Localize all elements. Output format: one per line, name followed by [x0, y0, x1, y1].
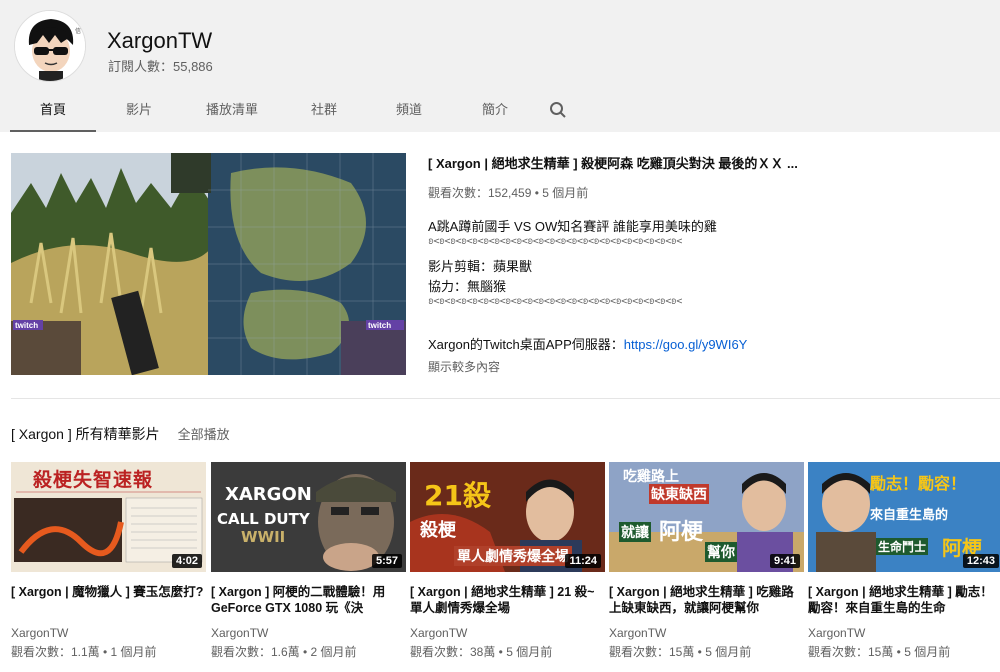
tab-channels[interactable]: 頻道: [366, 88, 452, 132]
play-all-button[interactable]: 全部播放: [178, 424, 230, 443]
video-duration: 4:02: [171, 554, 202, 568]
tab-home[interactable]: 首頁: [10, 88, 96, 132]
video-card[interactable]: 殺梗失智速報 4:02 [ Xargon | 魔物獵人 ] 賽玉怎麼打? Xar…: [11, 462, 206, 660]
thumbnail-caption: 幫你: [705, 542, 737, 562]
video-duration: 11:24: [565, 554, 601, 568]
thumbnail-caption: 21殺: [424, 479, 491, 512]
video-meta: 觀看次數：38萬 • 5 個月前: [410, 645, 553, 659]
video-title[interactable]: [ Xargon | 魔物獵人 ] 賽玉怎麼打?: [11, 584, 206, 616]
tab-playlists[interactable]: 播放清單: [182, 88, 282, 132]
featured-video-info: [ Xargon | 絕地求生精華 ] 殺梗阿森 吃雞頂尖對決 最後的ＸＸ ..…: [428, 153, 988, 375]
channel-search-button[interactable]: [538, 88, 578, 132]
video-thumbnail[interactable]: 吃雞路上 缺東缺西 就讓 阿梗 幫你 9:41: [609, 462, 804, 572]
thumbnail-caption: 就讓: [619, 522, 651, 542]
twitch-server-prefix: Xargon的Twitch桌面APP伺服器：: [428, 337, 624, 352]
video-card[interactable]: 21殺 殺梗 單人劇情秀爆全場 11:24 [ Xargon | 絕地求生精華 …: [410, 462, 605, 660]
thumbnail-caption: 殺梗: [420, 520, 456, 541]
thumbnail-caption: XARGON: [225, 484, 312, 505]
thumbnail-caption: 來自重生島的: [870, 508, 949, 523]
subscriber-count: 訂閱人數：55,886: [108, 59, 213, 74]
featured-video-meta: 觀看次數：152,459 • 5 個月前: [428, 186, 589, 200]
twitch-label-right: twitch: [368, 321, 392, 330]
thumbnail-caption: 生命鬥士: [876, 538, 929, 555]
twitch-server-link[interactable]: https://goo.gl/y9WI6Y: [624, 337, 748, 352]
video-card[interactable]: 勵志！勵容！ 來自重生島的 生命鬥士 阿梗 12:43 [ Xargon | 絕…: [808, 462, 1000, 660]
thumbnail-caption: 勵志！勵容！: [870, 474, 967, 493]
featured-desc-line: 影片剪輯：蘋果獸: [428, 259, 533, 274]
channel-name: XargonTW: [107, 28, 213, 53]
thumbnail-caption: 阿梗: [659, 520, 704, 545]
tab-community[interactable]: 社群: [282, 88, 366, 132]
section-divider: [11, 398, 1000, 399]
show-more-button[interactable]: 顯示較多內容: [428, 358, 988, 375]
video-channel[interactable]: XargonTW: [808, 626, 1000, 640]
thumbnail-caption: 吃雞路上: [623, 469, 679, 485]
thumbnail-caption: 殺梗失智速報: [33, 469, 154, 491]
search-icon: [550, 102, 566, 118]
video-duration: 12:43: [962, 554, 999, 568]
thumbnail-caption: 缺東缺西: [649, 484, 709, 504]
featured-video-title[interactable]: [ Xargon | 絕地求生精華 ] 殺梗阿森 吃雞頂尖對決 最後的ＸＸ ..…: [428, 153, 988, 173]
featured-desc-line: A跳A蹲前國手 VS OW知名賽評 誰能享用美味的雞: [428, 219, 717, 234]
video-title[interactable]: [ Xargon | 絕地求生精華 ] 21 殺~單人劇情秀爆全場: [410, 584, 605, 616]
video-thumbnail[interactable]: 殺梗失智速報 4:02: [11, 462, 206, 572]
video-card[interactable]: 吃雞路上 缺東缺西 就讓 阿梗 幫你 9:41 [ Xargon | 絕地求生精…: [609, 462, 804, 660]
channel-tabs: 首頁 影片 播放清單 社群 頻道 簡介: [10, 88, 578, 132]
video-duration: 9:41: [769, 554, 800, 568]
video-duration: 5:57: [371, 554, 402, 568]
video-channel[interactable]: XargonTW: [410, 626, 605, 640]
video-meta: 觀看次數：15萬 • 5 個月前: [808, 645, 951, 659]
twitch-label-left: twitch: [15, 321, 39, 330]
video-meta: 觀看次數：1.6萬 • 2 個月前: [211, 645, 357, 659]
thumbnail-caption: CALL DUTY: [217, 510, 310, 528]
featured-desc-line: ʚ<ʚ<ʚ<ʚ<ʚ<ʚ<ʚ<ʚ<ʚ<ʚ<ʚ<ʚ<ʚ<ʚ<ʚ<ʚ<ʚ<ʚ<ʚ<ʚ<…: [428, 236, 682, 247]
thumbnail-caption: 單人劇情秀爆全場: [454, 546, 572, 566]
twitch-server-line: Xargon的Twitch桌面APP伺服器：https://goo.gl/y9W…: [428, 334, 988, 354]
featured-video-thumbnail[interactable]: twitch twitch: [11, 153, 406, 375]
video-thumbnail[interactable]: XARGON CALL DUTY WWII 5:57: [211, 462, 406, 572]
featured-desc-line: 協力：無腦猴: [428, 279, 507, 294]
tab-videos[interactable]: 影片: [96, 88, 182, 132]
shelf-header: [ Xargon ] 所有精華影片 全部播放: [11, 424, 230, 444]
video-meta: 觀看次數：15萬 • 5 個月前: [609, 645, 752, 659]
shelf-title[interactable]: [ Xargon ] 所有精華影片: [11, 424, 160, 444]
video-channel[interactable]: XargonTW: [211, 626, 406, 640]
video-title[interactable]: [ Xargon | 絕地求生精華 ] 勵志！勵容！來自重生島的生命: [808, 584, 1000, 616]
video-thumbnail[interactable]: 21殺 殺梗 單人劇情秀爆全場 11:24: [410, 462, 605, 572]
video-title[interactable]: [ Xargon | 絕地求生精華 ] 吃雞路上缺東缺西，就讓阿梗幫你: [609, 584, 804, 616]
channel-avatar[interactable]: 信: [14, 10, 86, 82]
video-card[interactable]: XARGON CALL DUTY WWII 5:57 [ Xargon ] 阿梗…: [211, 462, 406, 660]
video-grid: 殺梗失智速報 4:02 [ Xargon | 魔物獵人 ] 賽玉怎麼打? Xar…: [11, 462, 1000, 672]
thumbnail-caption: WWII: [241, 528, 286, 546]
svg-text:信: 信: [75, 27, 81, 35]
video-title[interactable]: [ Xargon ] 阿梗的二戰體驗！用 GeForce GTX 1080 玩《…: [211, 584, 406, 616]
video-channel[interactable]: XargonTW: [11, 626, 206, 640]
channel-header: 信 XargonTW 訂閱人數：55,886 首頁 影片 播放清單 社群 頻道 …: [0, 0, 1000, 132]
tab-about[interactable]: 簡介: [452, 88, 538, 132]
video-thumbnail[interactable]: 勵志！勵容！ 來自重生島的 生命鬥士 阿梗 12:43: [808, 462, 1000, 572]
featured-desc-line: ʚ<ʚ<ʚ<ʚ<ʚ<ʚ<ʚ<ʚ<ʚ<ʚ<ʚ<ʚ<ʚ<ʚ<ʚ<ʚ<ʚ<ʚ<ʚ<ʚ<…: [428, 296, 682, 307]
video-meta: 觀看次數：1.1萬 • 1 個月前: [11, 645, 157, 659]
video-channel[interactable]: XargonTW: [609, 626, 804, 640]
